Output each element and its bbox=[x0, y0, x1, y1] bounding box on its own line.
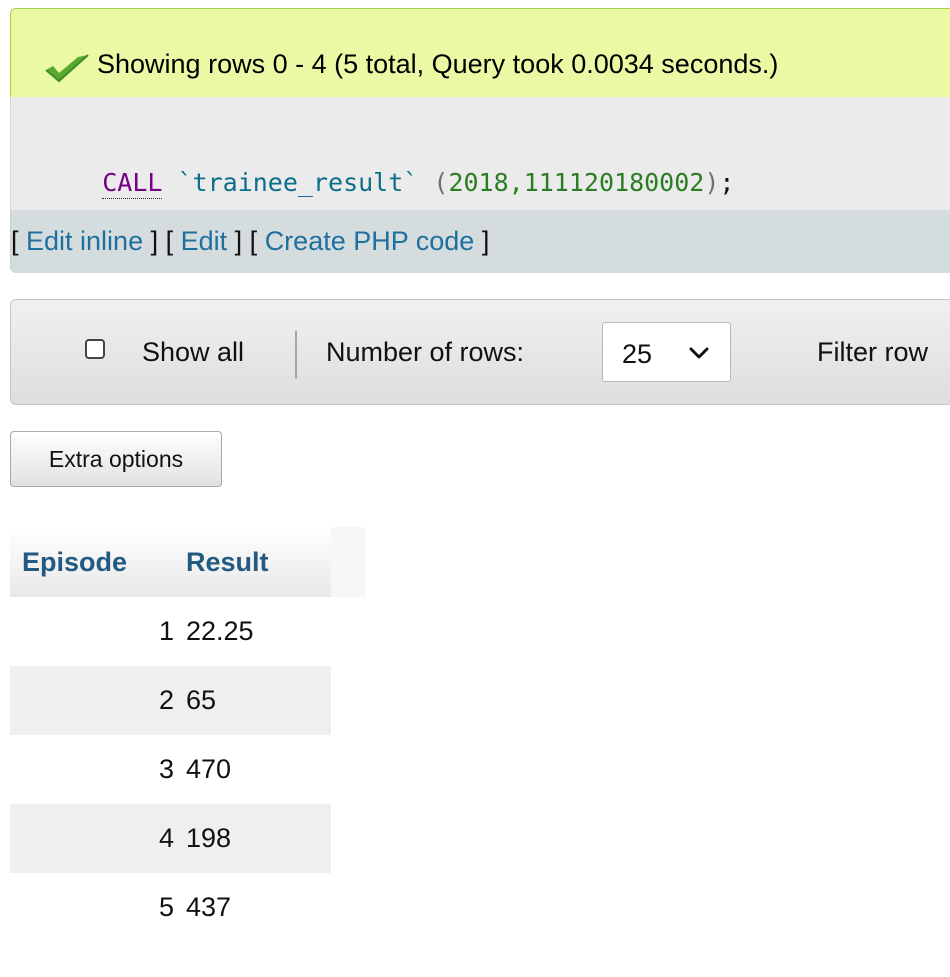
edit-inline-link[interactable]: Edit inline bbox=[26, 226, 143, 256]
sql-open-parenthesis: ( bbox=[433, 168, 449, 197]
episode-cell[interactable]: 5 bbox=[10, 873, 183, 942]
query-tools-links: [ Edit inline ] [ Edit ] [ Create PHP co… bbox=[11, 226, 489, 257]
episode-cell[interactable]: 2 bbox=[10, 666, 183, 735]
edit-link[interactable]: Edit bbox=[181, 226, 228, 256]
sql-close-parenthesis: ) bbox=[704, 168, 720, 197]
table-row: 3 470 bbox=[10, 735, 365, 804]
chevron-down-icon bbox=[689, 347, 709, 359]
table-row: 2 65 bbox=[10, 666, 365, 735]
results-header-row: Episode Result bbox=[10, 527, 365, 597]
number-of-rows-select[interactable]: 25 bbox=[602, 322, 731, 382]
extra-options-button[interactable]: Extra options bbox=[10, 431, 222, 487]
number-of-rows-label: Number of rows: bbox=[326, 337, 525, 367]
table-row: 5 437 bbox=[10, 873, 365, 942]
result-cell[interactable]: 437 bbox=[183, 873, 331, 942]
query-results-table: Episode Result 1 22.25 2 65 3 470 4 198 … bbox=[10, 527, 365, 942]
sql-procedure-name: `trainee_result` bbox=[177, 168, 419, 197]
navigation-divider bbox=[295, 331, 297, 379]
table-row: 4 198 bbox=[10, 804, 365, 873]
results-navigation-bar: Show all Number of rows: 25 Filter row bbox=[10, 299, 950, 405]
result-cell[interactable]: 470 bbox=[183, 735, 331, 804]
create-php-code-link[interactable]: Create PHP code bbox=[265, 226, 475, 256]
tool-open-bracket: [ bbox=[242, 226, 265, 256]
table-row: 1 22.25 bbox=[10, 597, 365, 666]
filter-rows-label: Filter row bbox=[817, 337, 929, 367]
episode-cell[interactable]: 4 bbox=[10, 804, 183, 873]
result-cell[interactable]: 198 bbox=[183, 804, 331, 873]
sql-arguments: 2018,111120180002 bbox=[448, 168, 705, 197]
success-message: Showing rows 0 - 4 (5 total, Query took … bbox=[10, 8, 950, 98]
sql-terminator: ; bbox=[719, 168, 735, 197]
number-of-rows-value: 25 bbox=[622, 339, 653, 369]
result-cell[interactable]: 22.25 bbox=[183, 597, 331, 666]
column-header-episode[interactable]: Episode bbox=[10, 527, 183, 597]
column-header-result[interactable]: Result bbox=[183, 527, 331, 597]
show-all-checkbox[interactable] bbox=[85, 339, 105, 359]
result-cell[interactable]: 65 bbox=[183, 666, 331, 735]
tool-close-bracket: ] bbox=[227, 226, 243, 256]
tool-close-bracket: ] bbox=[474, 226, 490, 256]
sql-query-panel: CALL `trainee_result` (2018,111120180002… bbox=[10, 97, 950, 210]
success-message-text: Showing rows 0 - 4 (5 total, Query took … bbox=[97, 49, 779, 79]
sql-space bbox=[418, 168, 433, 197]
show-all-label[interactable]: Show all bbox=[142, 337, 244, 368]
column-header-actions-spacer bbox=[331, 527, 365, 597]
tool-close-bracket: ] bbox=[143, 226, 159, 256]
episode-cell[interactable]: 1 bbox=[10, 597, 183, 666]
check-icon bbox=[45, 54, 89, 83]
tool-open-bracket: [ bbox=[158, 226, 181, 256]
sql-space bbox=[162, 168, 177, 197]
tool-open-bracket: [ bbox=[11, 226, 27, 256]
sql-keyword-call: CALL bbox=[102, 168, 163, 199]
query-tools-bar: [ Edit inline ] [ Edit ] [ Create PHP co… bbox=[10, 210, 950, 273]
episode-cell[interactable]: 3 bbox=[10, 735, 183, 804]
